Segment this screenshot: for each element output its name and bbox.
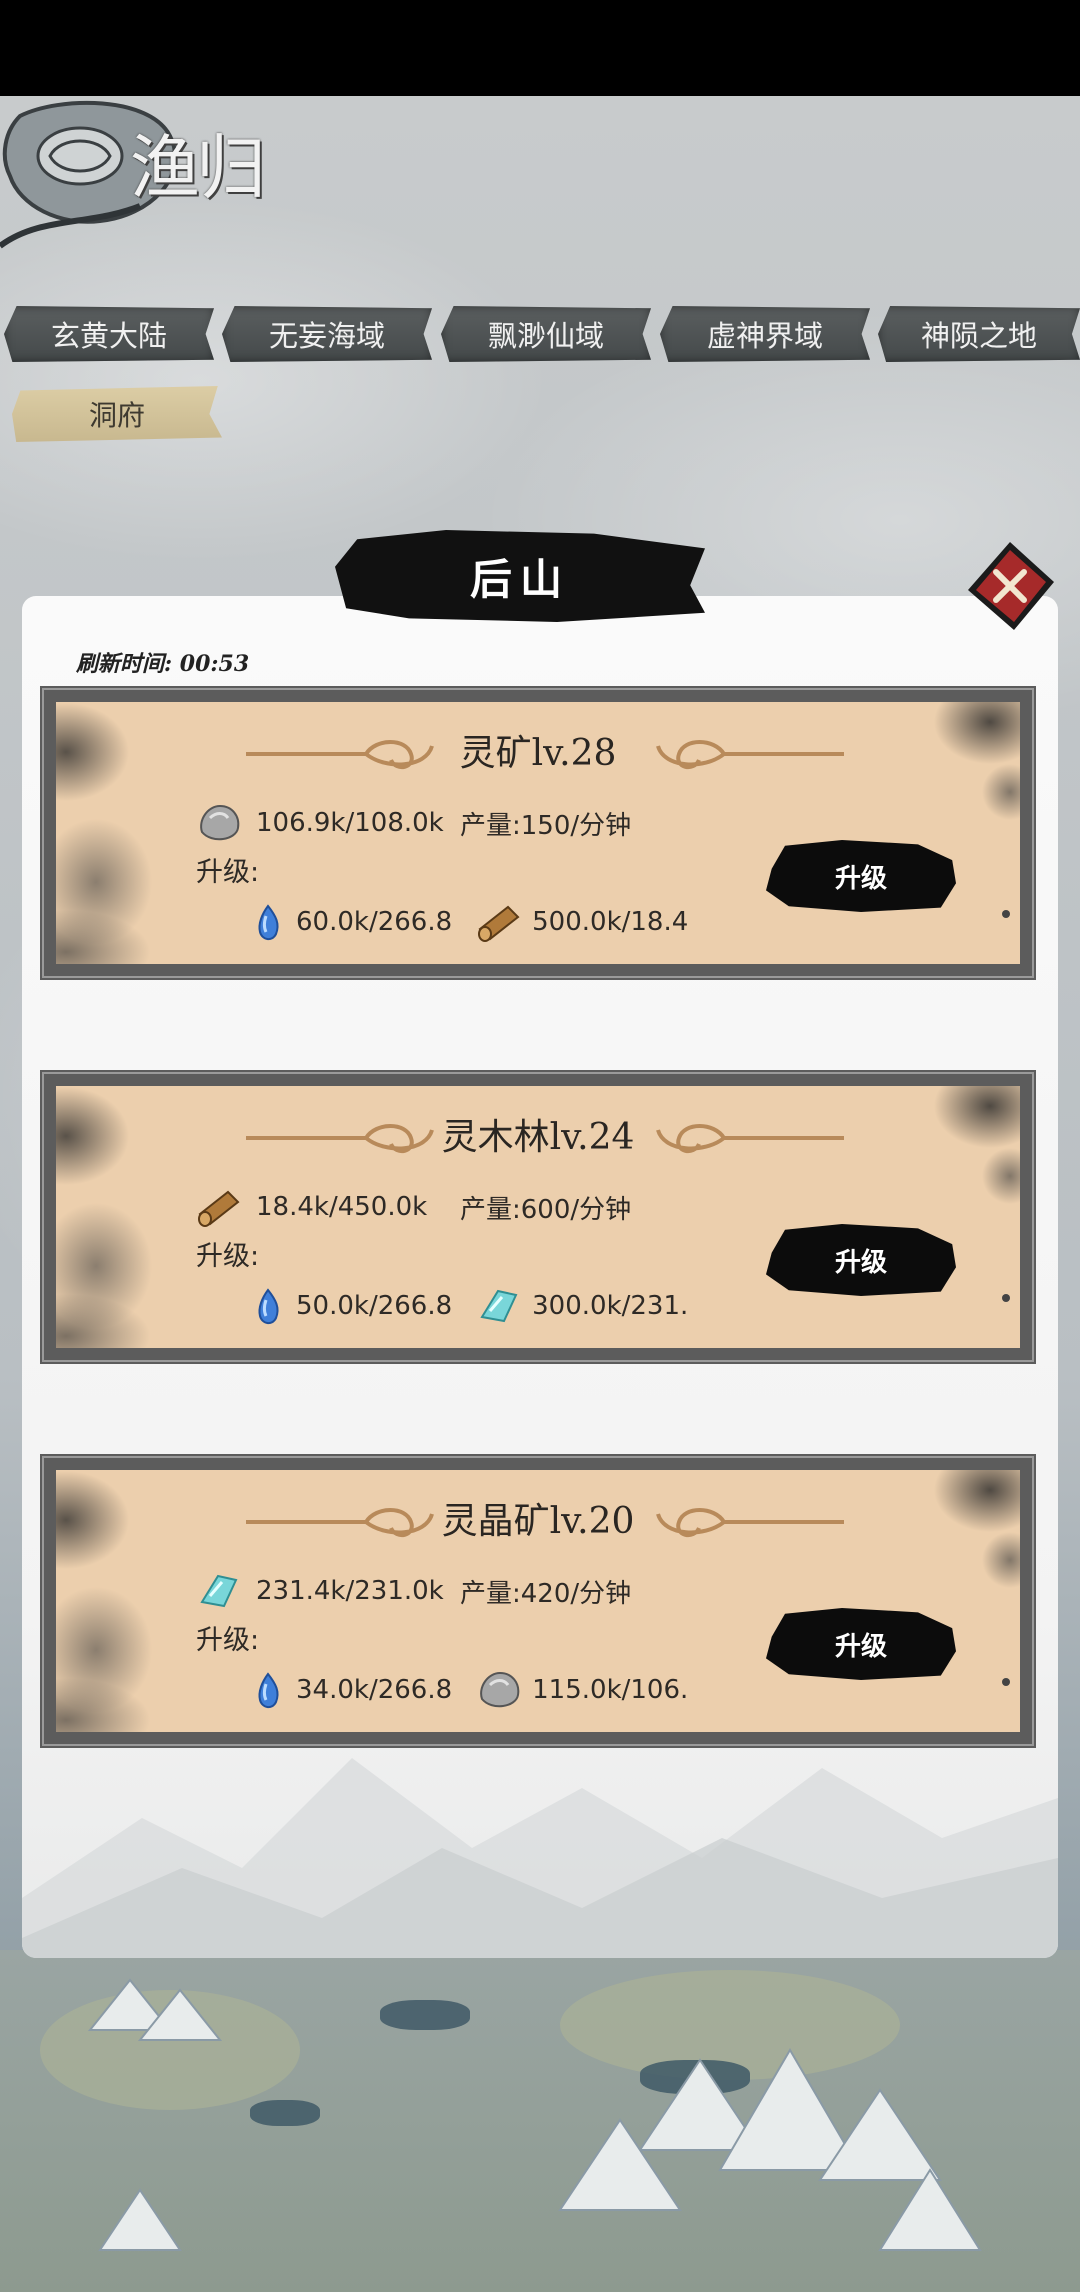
status-bar-area — [0, 0, 1080, 96]
wood-log-icon — [198, 1190, 240, 1227]
stone-icon — [200, 804, 240, 841]
wood-log-icon — [478, 905, 520, 942]
close-button[interactable] — [962, 538, 1058, 634]
upgrade-button[interactable]: 升级 — [766, 1224, 956, 1296]
upgrade-label: 升级: — [196, 1241, 260, 1272]
resource-amount: 18.4k/450.0k — [256, 1192, 428, 1222]
swirl-ornament-icon — [656, 1508, 844, 1538]
tab-wuwang[interactable]: 无妄海域 — [222, 306, 432, 362]
resource-output: 产量:600/分钟 — [460, 1194, 632, 1225]
resource-output: 产量:420/分钟 — [460, 1578, 632, 1609]
map-mountains — [87, 1978, 982, 2251]
tab-dongfu[interactable]: 洞府 — [12, 386, 222, 442]
panel-title: 后山 — [469, 554, 570, 604]
crystal-icon — [480, 1289, 518, 1323]
blue-gem-icon — [258, 1672, 279, 1708]
cost-crystal: 300.0k/231. — [532, 1291, 689, 1321]
building-card-lingjingkuang: 灵晶矿lv.20 231.4k/231.0k 产量:420/分钟 升级: 34.… — [44, 1458, 1032, 1744]
stone-icon — [480, 1671, 520, 1708]
cost-gem: 50.0k/266.8 — [296, 1291, 453, 1321]
close-icon — [968, 542, 1054, 630]
upgrade-button[interactable]: 升级 — [766, 840, 956, 912]
building-card-lingkuang: 灵矿lv.28 106.9k/108.0k 产量:150/分钟 升级: 60.0… — [44, 690, 1032, 976]
blue-gem-icon — [258, 904, 279, 940]
tab-xushen[interactable]: 虚神界域 — [660, 306, 870, 362]
building-name: 灵晶矿lv.20 — [441, 1501, 635, 1542]
building-name: 灵木林lv.24 — [441, 1117, 635, 1158]
world-map[interactable] — [0, 1950, 1080, 2292]
tab-piaomiao[interactable]: 飘渺仙域 — [441, 306, 651, 362]
cost-stone: 115.0k/106. — [532, 1675, 689, 1705]
upgrade-label: 升级: — [196, 1625, 260, 1656]
refresh-timer: 刷新时间: 00:53 — [76, 651, 250, 677]
resource-amount: 106.9k/108.0k — [256, 808, 444, 838]
upgrade-label: 升级: — [196, 857, 260, 888]
swirl-ornament-icon — [656, 740, 844, 770]
logo-text: 渔归 — [130, 127, 266, 209]
resource-amount: 231.4k/231.0k — [256, 1576, 444, 1606]
swirl-ornament-icon — [656, 1124, 844, 1154]
cost-gem: 60.0k/266.8 — [296, 907, 453, 937]
building-name: 灵矿lv.28 — [459, 733, 617, 774]
crystal-icon — [200, 1574, 238, 1608]
decor-dot — [1002, 1294, 1010, 1302]
resource-output: 产量:150/分钟 — [460, 810, 632, 841]
blue-gem-icon — [258, 1288, 279, 1324]
panel-title-banner: 后山 — [335, 530, 705, 622]
decor-dot — [1002, 1678, 1010, 1686]
tab-shenyun[interactable]: 神陨之地 — [878, 306, 1080, 362]
tab-xuanhuang[interactable]: 玄黄大陆 — [4, 306, 214, 362]
region-tabs: 玄黄大陆 无妄海域 飘渺仙域 虚神界域 神陨之地 — [0, 306, 1080, 362]
cost-wood: 500.0k/18.4 — [532, 907, 689, 937]
upgrade-button[interactable]: 升级 — [766, 1608, 956, 1680]
building-card-lingmulin: 灵木林lv.24 18.4k/450.0k 产量:600/分钟 升级: 50.0… — [44, 1074, 1032, 1360]
decor-dot — [1002, 910, 1010, 918]
cost-gem: 34.0k/266.8 — [296, 1675, 453, 1705]
